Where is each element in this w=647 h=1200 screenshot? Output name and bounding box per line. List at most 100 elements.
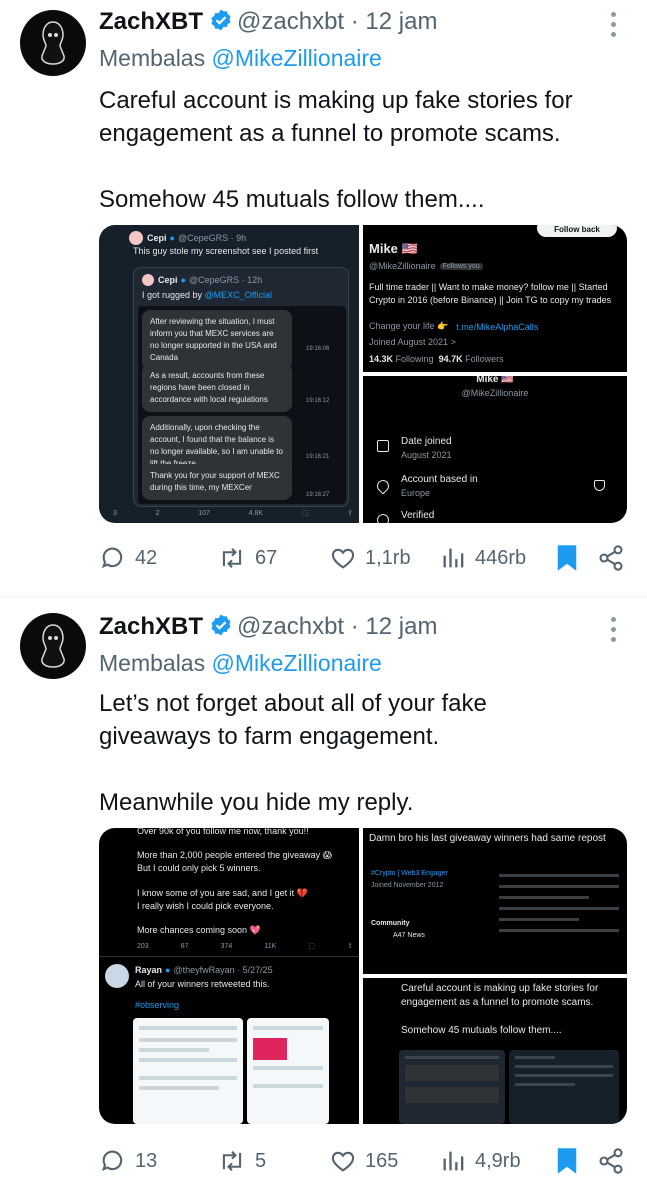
author-avatar[interactable] bbox=[20, 613, 86, 679]
follow-back-button[interactable]: Follow back bbox=[537, 225, 617, 237]
avatar-image bbox=[41, 624, 65, 668]
media-image-repost-list[interactable]: Damn bro his last giveaway winners had s… bbox=[363, 828, 627, 974]
reply-button[interactable]: 42 bbox=[99, 538, 157, 578]
inner-quote-card: Cepi ● @CepeGRS · 12h I got rugged by @M… bbox=[133, 267, 349, 507]
share-button[interactable] bbox=[597, 1141, 633, 1181]
repost-count: 5 bbox=[255, 1149, 267, 1172]
giveaway-line: Over 90k of you follow me now, thank you… bbox=[137, 828, 309, 836]
author-handle[interactable]: @zachxbt bbox=[237, 8, 344, 35]
verified-badge-icon bbox=[209, 613, 233, 644]
dm-bubble: After reviewing the situation, I must in… bbox=[142, 310, 292, 370]
separator-dot: · bbox=[344, 613, 366, 640]
profile-handle-row: @MikeZillionaire Follows you bbox=[369, 261, 483, 271]
reply-button[interactable]: 13 bbox=[99, 1141, 157, 1181]
reply-to-link[interactable]: @MikeZillionaire bbox=[212, 45, 382, 71]
views-button[interactable]: 4,9rb bbox=[441, 1141, 521, 1181]
author-name[interactable]: ZachXBT bbox=[99, 613, 203, 640]
tweet-time[interactable]: 12 jam bbox=[365, 613, 437, 640]
date-joined-value: August 2021 bbox=[401, 450, 452, 460]
separator-dot: · bbox=[344, 8, 366, 35]
tweet-text-line: engagement as a funnel to promote scams. bbox=[99, 120, 561, 147]
bookmark-button[interactable] bbox=[555, 1141, 587, 1181]
media-image-account-info[interactable]: Mike 🇺🇸 @MikeZillionaire Date joined Aug… bbox=[363, 376, 627, 523]
account-based-value: Europe bbox=[401, 488, 431, 498]
giveaway-line: But I could only pick 5 winners. bbox=[137, 863, 261, 873]
reply-count: 13 bbox=[135, 1149, 158, 1172]
repost-button[interactable]: 5 bbox=[217, 1141, 266, 1181]
repost-caption: Damn bro his last giveaway winners had s… bbox=[369, 833, 606, 844]
profile-tag: #Crypto | Web3 Engager bbox=[371, 870, 448, 877]
media-image-giveaway[interactable]: Over 90k of you follow me now, thank you… bbox=[99, 828, 359, 1124]
tweet-media[interactable]: Cepi ● @CepeGRS · 9h This guy stole my s… bbox=[99, 225, 627, 523]
quoted-text: Careful account is making up fake storie… bbox=[401, 983, 599, 1036]
media-image-quoted-tweet[interactable]: Careful account is making up fake storie… bbox=[363, 978, 627, 1124]
tweet-text: Let’s not forget about all of your fake … bbox=[99, 687, 487, 819]
rayan-header: Rayan ● @theyfwRayan · 5/27/25 bbox=[135, 965, 273, 975]
views-button[interactable]: 446rb bbox=[441, 538, 526, 578]
more-options-icon[interactable] bbox=[611, 12, 617, 42]
dm-bubble: As a result, accounts from these regions… bbox=[142, 364, 292, 412]
thread-snippet bbox=[499, 870, 619, 966]
media-image-dm-screenshot[interactable]: Cepi ● @CepeGRS · 9h This guy stole my s… bbox=[99, 225, 359, 523]
repost-icon bbox=[222, 1151, 242, 1171]
author-handle[interactable]: @zachxbt bbox=[237, 613, 344, 640]
bookmark-icon bbox=[557, 545, 577, 571]
embedded-screenshot bbox=[247, 1018, 329, 1124]
giveaway-line: More than 2,000 people entered the givea… bbox=[137, 850, 333, 860]
like-button[interactable]: 1,1rb bbox=[329, 538, 411, 578]
tweet-text-line: Somehow 45 mutuals follow them.... bbox=[99, 186, 485, 213]
tweet-media[interactable]: Over 90k of you follow me now, thank you… bbox=[99, 828, 627, 1124]
tweet-header: ZachXBT @zachxbt · 12 jam bbox=[99, 8, 437, 39]
tweet-text-line: giveaways to farm engagement. bbox=[99, 723, 440, 750]
heart-icon bbox=[331, 1151, 355, 1172]
media-image-profile[interactable]: Follow back Mike 🇺🇸 @MikeZillionaire Fol… bbox=[363, 225, 627, 372]
verified-badge-icon: ● bbox=[180, 275, 186, 285]
tweet-text-line: Careful account is making up fake storie… bbox=[99, 87, 573, 114]
inner-handle: @CepeGRS · 12h bbox=[188, 275, 263, 285]
profile-joined: Joined November 2012 bbox=[371, 882, 444, 889]
profile-joined: Joined August 2021 > bbox=[369, 337, 456, 347]
profile-follow-counts: 14.3K Following 94.7K Followers bbox=[369, 354, 504, 364]
inner-avatar bbox=[142, 274, 154, 286]
location-pin-icon bbox=[374, 477, 392, 495]
dm-time: 19:16:06 bbox=[306, 346, 330, 352]
reply-icon bbox=[101, 1150, 123, 1172]
embedded-screenshot bbox=[133, 1018, 243, 1124]
tweet-actions: 42 67 1,1rb 446rb bbox=[99, 538, 627, 578]
tweet-text-line: Let’s not forget about all of your fake bbox=[99, 690, 487, 717]
reply-to-link[interactable]: @MikeZillionaire bbox=[212, 650, 382, 676]
quote-handle: @CepeGRS · 9h bbox=[177, 233, 247, 243]
repost-button[interactable]: 67 bbox=[217, 538, 277, 578]
verified-badge-icon bbox=[209, 8, 233, 39]
author-avatar[interactable] bbox=[20, 10, 86, 76]
more-options-icon[interactable] bbox=[611, 617, 617, 647]
tweet-2[interactable]: ZachXBT @zachxbt · 12 jam Membalas @MikeZ… bbox=[0, 605, 647, 1200]
inner-text: I got rugged by @MEXC_Official bbox=[142, 290, 273, 300]
share-button[interactable] bbox=[597, 538, 633, 578]
date-joined-label: Date joined bbox=[401, 436, 452, 447]
dm-bubble: Thank you for your support of MEXC durin… bbox=[142, 464, 292, 500]
account-info-handle: @MikeZillionaire bbox=[461, 388, 529, 398]
dm-time: 19:16:21 bbox=[306, 454, 330, 460]
heart-icon bbox=[331, 548, 355, 569]
views-chart-icon bbox=[443, 1151, 464, 1171]
tweet-1[interactable]: ZachXBT @zachxbt · 12 jam Membalas @MikeZ… bbox=[0, 0, 647, 595]
giveaway-line: I know some of you are sad, and I get it… bbox=[137, 888, 308, 898]
avatar-image bbox=[41, 21, 65, 65]
verified-check-icon bbox=[377, 514, 389, 523]
author-name[interactable]: ZachXBT bbox=[99, 8, 203, 35]
bookmark-button[interactable] bbox=[555, 538, 587, 578]
calendar-icon bbox=[377, 440, 389, 452]
bookmark-icon bbox=[557, 1148, 577, 1174]
repost-count: 67 bbox=[255, 546, 278, 569]
dm-time: 19:16:12 bbox=[306, 398, 330, 404]
reply-prefix: Membalas bbox=[99, 650, 206, 676]
quote-footer-stats: 3 2 107 4.8K ⬚ ⇪ bbox=[113, 509, 353, 518]
giveaway-footer-stats: 203 87 374 11K ⬚ ⇪ bbox=[137, 942, 353, 951]
like-button[interactable]: 165 bbox=[329, 1141, 398, 1181]
dm-time: 19:16:27 bbox=[306, 492, 330, 498]
rayan-text: All of your winners retweeted this. bbox=[135, 979, 270, 989]
quoted-thumbnail-dm bbox=[399, 1050, 505, 1124]
share-icon bbox=[599, 1148, 623, 1174]
tweet-time[interactable]: 12 jam bbox=[365, 8, 437, 35]
